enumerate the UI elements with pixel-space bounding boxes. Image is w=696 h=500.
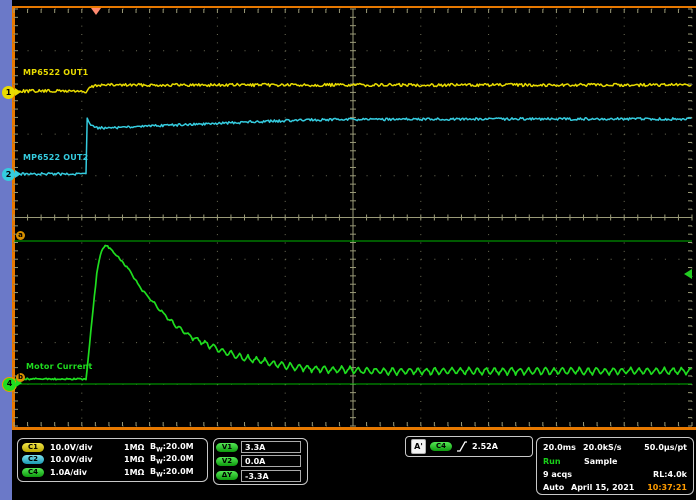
channel2-impedance: 1MΩ [124, 455, 150, 464]
channel1-impedance: 1MΩ [124, 443, 150, 452]
cursor-v1-row[interactable]: V1 3.3A [216, 440, 305, 454]
ch2-out2 [14, 118, 691, 176]
date: April 15, 2021 [571, 483, 634, 492]
channel4-badge[interactable]: C4 [22, 468, 44, 477]
ch1-out1 [14, 84, 691, 93]
rising-edge-icon [456, 440, 468, 453]
channel1-bandwidth: BW:20.0M [150, 442, 194, 454]
delta-y-value: -3.3A [241, 470, 301, 482]
channel4-position-marker[interactable]: 4 [2, 377, 17, 392]
cursor-v2-row[interactable]: V2 0.0A [216, 454, 305, 468]
trigger-source-badge[interactable]: C4 [430, 442, 452, 451]
channel-settings-panel[interactable]: C1 10.0V/div 1MΩ BW:20.0M C2 10.0V/div 1… [17, 438, 208, 482]
scope-display [0, 0, 696, 500]
horizontal-scale: 20.0ms [543, 443, 576, 452]
acquisition-mode: Sample [584, 457, 617, 466]
channel4-readout-row[interactable]: C4 1.0A/div 1MΩ BW:20.0M [22, 467, 203, 478]
trigger-mode: Auto [543, 483, 564, 492]
channel2-marker-arrow-icon [15, 170, 21, 178]
trigger-panel[interactable]: A' C4 2.52A [405, 436, 533, 457]
channel2-scale: 10.0V/div [50, 455, 124, 464]
resolution: 50.0µs/pt [644, 443, 687, 452]
delta-y-badge[interactable]: ΔY [216, 471, 238, 480]
graticule-border-bottom [12, 427, 696, 430]
channel4-impedance: 1MΩ [124, 468, 150, 477]
channel1-position-marker[interactable]: 1 [2, 86, 15, 99]
window-edge-strip [0, 0, 12, 500]
cursor-a-handle[interactable]: a [16, 231, 25, 240]
trigger-level-value: 2.52A [472, 442, 498, 451]
trace-label-ch1: MP6522 OUT1 [23, 68, 88, 77]
trace-label-ch4: Motor Current [26, 362, 93, 371]
run-state: Run [543, 457, 561, 466]
acquisition-count: 9 acqs [543, 470, 572, 479]
channel1-readout-row[interactable]: C1 10.0V/div 1MΩ BW:20.0M [22, 442, 203, 453]
trigger-position-icon[interactable] [91, 8, 101, 15]
channel1-scale: 10.0V/div [50, 443, 124, 452]
v1-value: 3.3A [241, 441, 301, 453]
v2-value: 0.0A [241, 455, 301, 467]
time: 10:37:21 [647, 483, 687, 492]
trace-label-ch2: MP6522 OUT2 [23, 153, 88, 162]
horizontal-acquisition-panel[interactable]: 20.0ms 20.0kS/s 50.0µs/pt Run Sample 9 a… [536, 437, 694, 495]
channel4-scale: 1.0A/div [50, 468, 124, 477]
oscilloscope-screen: MP6522 OUT1 MP6522 OUT2 Motor Current 1 … [0, 0, 696, 500]
channel1-marker-arrow-icon [15, 88, 21, 96]
channel2-readout-row[interactable]: C2 10.0V/div 1MΩ BW:20.0M [22, 454, 203, 465]
channel2-position-marker[interactable]: 2 [2, 168, 15, 181]
channel2-badge[interactable]: C2 [22, 455, 44, 464]
graticule-border-top [12, 6, 696, 8]
cursor-b-handle[interactable]: b [16, 373, 25, 382]
trigger-level-icon[interactable] [684, 269, 692, 279]
v2-badge[interactable]: V2 [216, 457, 238, 466]
cursor-measurement-panel[interactable]: V1 3.3A V2 0.0A ΔY -3.3A [213, 438, 308, 485]
v1-badge[interactable]: V1 [216, 443, 238, 452]
trigger-event-badge[interactable]: A' [411, 439, 426, 454]
sample-rate: 20.0kS/s [583, 443, 622, 452]
channel2-bandwidth: BW:20.0M [150, 454, 194, 466]
ch4-motor-current [14, 246, 691, 380]
channel4-bandwidth: BW:20.0M [150, 467, 194, 479]
record-length: RL:4.0k [653, 470, 687, 479]
cursor-delta-row[interactable]: ΔY -3.3A [216, 469, 305, 483]
graticule-border-left [12, 6, 15, 430]
channel1-badge[interactable]: C1 [22, 443, 44, 452]
